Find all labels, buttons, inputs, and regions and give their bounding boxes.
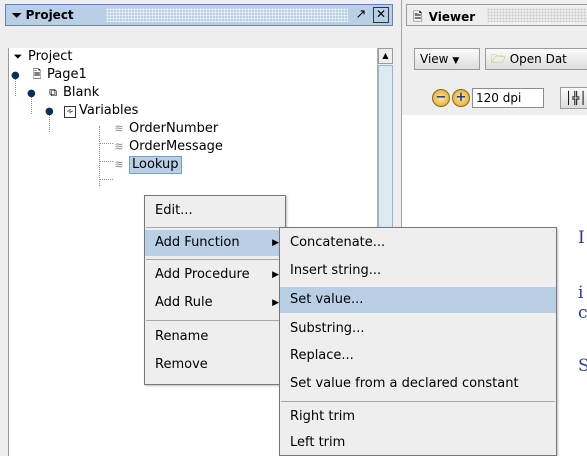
fit-width-icon[interactable]: │╬│ — [560, 87, 587, 109]
tree-line — [99, 179, 113, 180]
folder-icon: 🗁 — [491, 52, 506, 66]
menu-item-remove[interactable]: Remove — [145, 352, 285, 378]
viewer-panel-header[interactable]: 🗎 Viewer — [406, 4, 587, 26]
submenu-item-right-trim[interactable]: Right trim — [280, 404, 556, 430]
menu-separator — [281, 401, 555, 402]
submenu-item-replace[interactable]: Replace... — [280, 343, 556, 369]
expand-handle-icon[interactable]: ● — [27, 88, 36, 99]
tree-node-lookup[interactable]: ≋ Lookup — [112, 156, 182, 174]
variable-icon: ≋ — [114, 140, 124, 153]
printer-icon: ⏷ — [13, 50, 23, 63]
menu-separator — [146, 227, 284, 228]
close-icon[interactable]: ✕ — [373, 7, 389, 23]
page-icon: 🗎 — [32, 68, 42, 81]
submenu-item-set-value[interactable]: Set value... — [280, 287, 556, 313]
zoom-out-icon[interactable]: − — [432, 89, 450, 107]
canvas-text: c — [578, 303, 587, 323]
tree-line — [99, 161, 113, 162]
menu-separator — [146, 259, 284, 260]
header-grip — [106, 8, 348, 22]
copy-icon: ⧉ — [49, 86, 57, 99]
guide-dots — [410, 192, 587, 194]
selected-node-label: Lookup — [129, 156, 182, 174]
document-icon: 🗎 — [413, 10, 423, 24]
dpi-field[interactable]: 120 dpi — [472, 88, 544, 108]
submenu-item-left-trim[interactable]: Left trim — [280, 430, 556, 456]
tree-node-ordermessage[interactable]: ≋ OrderMessage — [112, 138, 223, 156]
menu-item-label: Add Rule — [155, 295, 213, 310]
menu-item-label: Add Function — [155, 235, 240, 250]
canvas-text: S — [578, 356, 587, 376]
tree-node-project[interactable]: ⏷ Project — [11, 48, 73, 66]
submenu-item-set-value-constant[interactable]: Set value from a declared constant — [280, 371, 556, 397]
scroll-up-icon[interactable]: ▲ — [378, 48, 393, 64]
zoom-in-icon[interactable]: + — [452, 89, 470, 107]
variables-icon: ∻ — [64, 106, 76, 118]
tree-node-page1[interactable]: 🗎 Page1 — [30, 66, 87, 84]
submenu-arrow-icon: ▶ — [272, 238, 279, 248]
menu-item-add-rule[interactable]: Add Rule ▶ — [145, 290, 285, 316]
menu-item-rename[interactable]: Rename — [145, 324, 285, 350]
canvas-text: i — [578, 283, 584, 303]
variable-icon: ≋ — [114, 158, 124, 171]
menu-item-add-function[interactable]: Add Function ▶ — [145, 230, 285, 256]
menu-item-label: Add Procedure — [155, 267, 250, 282]
view-dropdown[interactable]: View ▼ — [414, 48, 480, 70]
printer-icon: ⏷ — [12, 8, 22, 22]
expand-handle-icon[interactable]: ● — [11, 70, 20, 81]
tree-line — [99, 126, 100, 186]
menu-item-add-procedure[interactable]: Add Procedure ▶ — [145, 262, 285, 288]
submenu-item-concatenate[interactable]: Concatenate... — [280, 230, 556, 256]
project-panel-header[interactable]: ⏷ Project ↗ ✕ — [5, 4, 393, 26]
dropdown-arrow-icon: ▼ — [452, 56, 460, 66]
submenu-item-substring[interactable]: Substring... — [280, 316, 556, 342]
variable-icon: ≋ — [114, 122, 124, 135]
menu-separator — [146, 320, 284, 321]
tree-node-variables[interactable]: ∻ Variables — [64, 102, 138, 120]
tree-node-blank[interactable]: ⧉ Blank — [46, 84, 99, 102]
header-grip — [487, 8, 587, 22]
add-function-submenu: Concatenate... Insert string... Set valu… — [279, 227, 557, 456]
menu-item-edit[interactable]: Edit... — [145, 198, 285, 224]
open-data-button[interactable]: 🗁 Open Dat — [485, 48, 587, 70]
tree-node-ordernumber[interactable]: ≋ OrderNumber — [112, 120, 218, 138]
context-menu: Edit... Add Function ▶ Add Procedure ▶ Add… — [144, 195, 286, 385]
tree-line — [99, 143, 113, 144]
undock-icon[interactable]: ↗ — [353, 7, 369, 23]
viewer-title: 🗎 Viewer — [413, 10, 476, 24]
canvas-text: I — [578, 228, 585, 248]
submenu-item-insert-string[interactable]: Insert string... — [280, 258, 556, 284]
project-title: ⏷ Project — [12, 8, 74, 22]
expand-handle-icon[interactable]: ● — [45, 106, 54, 117]
submenu-arrow-icon: ▶ — [272, 270, 279, 280]
submenu-arrow-icon: ▶ — [272, 298, 279, 308]
